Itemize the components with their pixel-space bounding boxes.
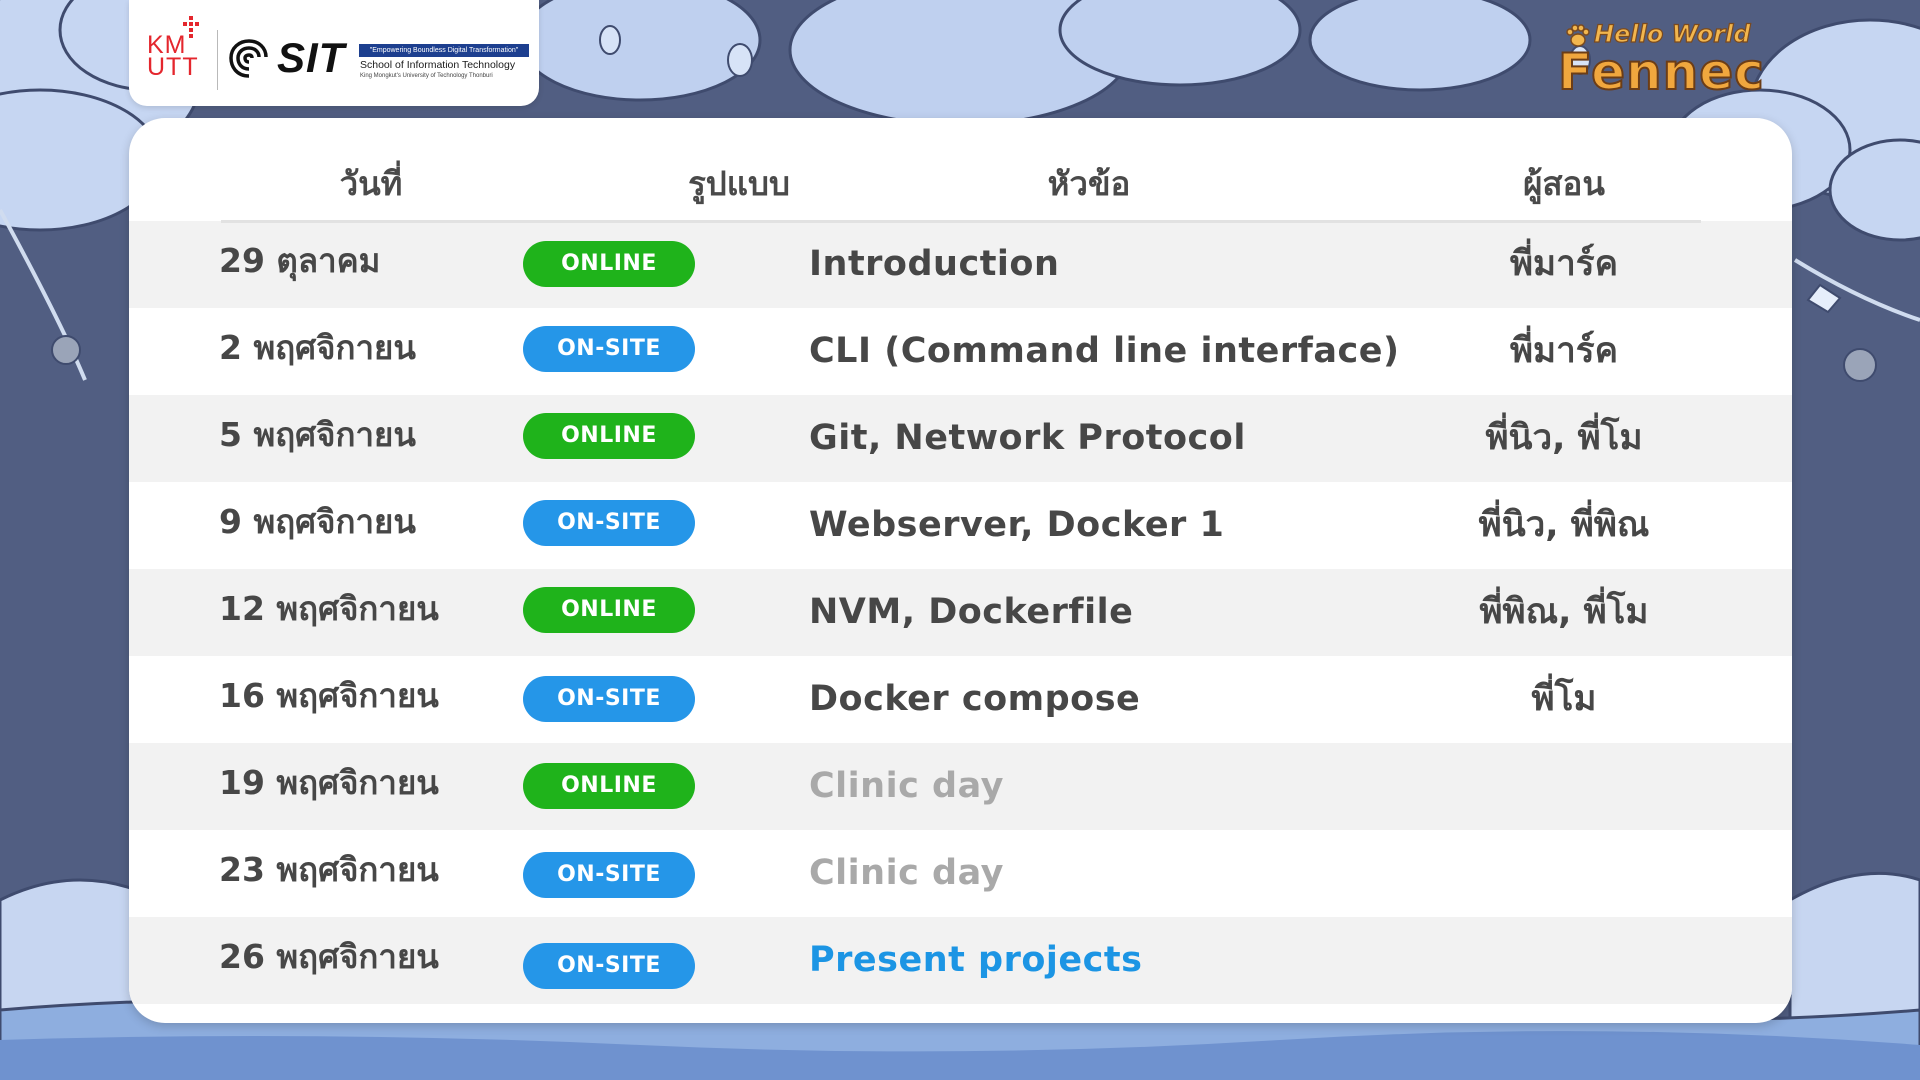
format-badge: ONLINE xyxy=(523,763,695,809)
row-topic: CLI (Command line interface) xyxy=(809,331,1400,371)
format-badge: ON-SITE xyxy=(523,676,695,722)
row-instructor: พี่มาร์ค xyxy=(1509,244,1618,284)
row-instructor: พี่มาร์ค xyxy=(1509,331,1618,371)
row-instructor xyxy=(1414,830,1714,917)
format-badge: ON-SITE xyxy=(523,852,695,898)
row-topic: Git, Network Protocol xyxy=(809,418,1246,458)
sit-tagline: "Empowering Boundless Digital Transforma… xyxy=(359,44,529,57)
header-divider xyxy=(221,220,1701,223)
schedule-table: 29 ตุลาคม ONLINE Introduction พี่มาร์ค 2… xyxy=(129,118,1792,1023)
sit-logo-text: SIT xyxy=(277,34,346,81)
event-logo: Hello World Fennec xyxy=(1548,10,1808,101)
row-topic: NVM, Dockerfile xyxy=(809,592,1134,632)
kmutt-logo-line2: UTT xyxy=(147,53,199,81)
logo-divider xyxy=(217,30,218,90)
logo-header-card: KM UTT SIT "Empowering Boundless Digital… xyxy=(129,0,539,106)
row-date: 5 พฤศจิกายน xyxy=(219,415,416,454)
row-date: 26 พฤศจิกายน xyxy=(219,937,439,976)
column-header-instructor: ผู้สอน xyxy=(1523,164,1605,203)
format-badge: ON-SITE xyxy=(523,326,695,372)
table-row: 19 พฤศจิกายน ONLINE Clinic day xyxy=(129,743,1792,830)
event-name: Fennec xyxy=(1557,43,1765,101)
row-topic: Present projects xyxy=(809,940,1143,980)
format-badge: ON-SITE xyxy=(523,943,695,989)
table-row: 12 พฤศจิกายน ONLINE NVM, Dockerfile พี่พ… xyxy=(129,569,1792,656)
row-date: 12 พฤศจิกายน xyxy=(219,589,439,628)
row-date: 23 พฤศจิกายน xyxy=(219,850,439,889)
format-badge: ONLINE xyxy=(523,413,695,459)
format-badge: ON-SITE xyxy=(523,500,695,546)
row-instructor: พี่โม xyxy=(1531,679,1597,719)
row-topic: Docker compose xyxy=(809,679,1141,719)
row-date: 2 พฤศจิกายน xyxy=(219,328,416,367)
row-instructor xyxy=(1414,917,1714,1004)
row-topic: Clinic day xyxy=(809,853,1004,893)
row-instructor xyxy=(1414,743,1714,830)
table-row: 16 พฤศจิกายน ON-SITE Docker compose พี่โ… xyxy=(129,656,1792,743)
row-date: 19 พฤศจิกายน xyxy=(219,763,439,802)
row-date: 16 พฤศจิกายน xyxy=(219,676,439,715)
row-topic: Webserver, Docker 1 xyxy=(809,505,1225,545)
sit-school-name: School of Information Technology xyxy=(360,59,516,71)
table-row: 9 พฤศจิกายน ON-SITE Webserver, Docker 1 … xyxy=(129,482,1792,569)
column-header-date: วันที่ xyxy=(339,164,403,203)
format-badge: ONLINE xyxy=(523,241,695,287)
row-date: 9 พฤศจิกายน xyxy=(219,502,416,541)
row-date: 29 ตุลาคม xyxy=(219,241,381,280)
row-topic: Clinic day xyxy=(809,766,1004,806)
table-row: 5 พฤศจิกายน ONLINE Git, Network Protocol… xyxy=(129,395,1792,482)
row-instructor: พี่นิว, พี่พิณ xyxy=(1478,505,1650,545)
table-row: 29 ตุลาคม ONLINE Introduction พี่มาร์ค xyxy=(129,221,1792,308)
format-badge: ONLINE xyxy=(523,587,695,633)
table-row: 26 พฤศจิกายน ON-SITE Present projects xyxy=(129,917,1792,1004)
table-row: 23 พฤศจิกายน ON-SITE Clinic day xyxy=(129,830,1792,917)
sit-university-name: King Mongkut's University of Technology … xyxy=(360,73,493,79)
row-instructor: พี่นิว, พี่โม xyxy=(1485,418,1643,458)
row-instructor: พี่พิณ, พี่โม xyxy=(1479,592,1649,632)
kmutt-cross-icon xyxy=(183,16,199,38)
column-header-topic: หัวข้อ xyxy=(1047,164,1131,203)
row-topic: Introduction xyxy=(809,244,1060,284)
sit-swirl-icon xyxy=(229,39,268,78)
table-row: 2 พฤศจิกายน ON-SITE CLI (Command line in… xyxy=(129,308,1792,395)
